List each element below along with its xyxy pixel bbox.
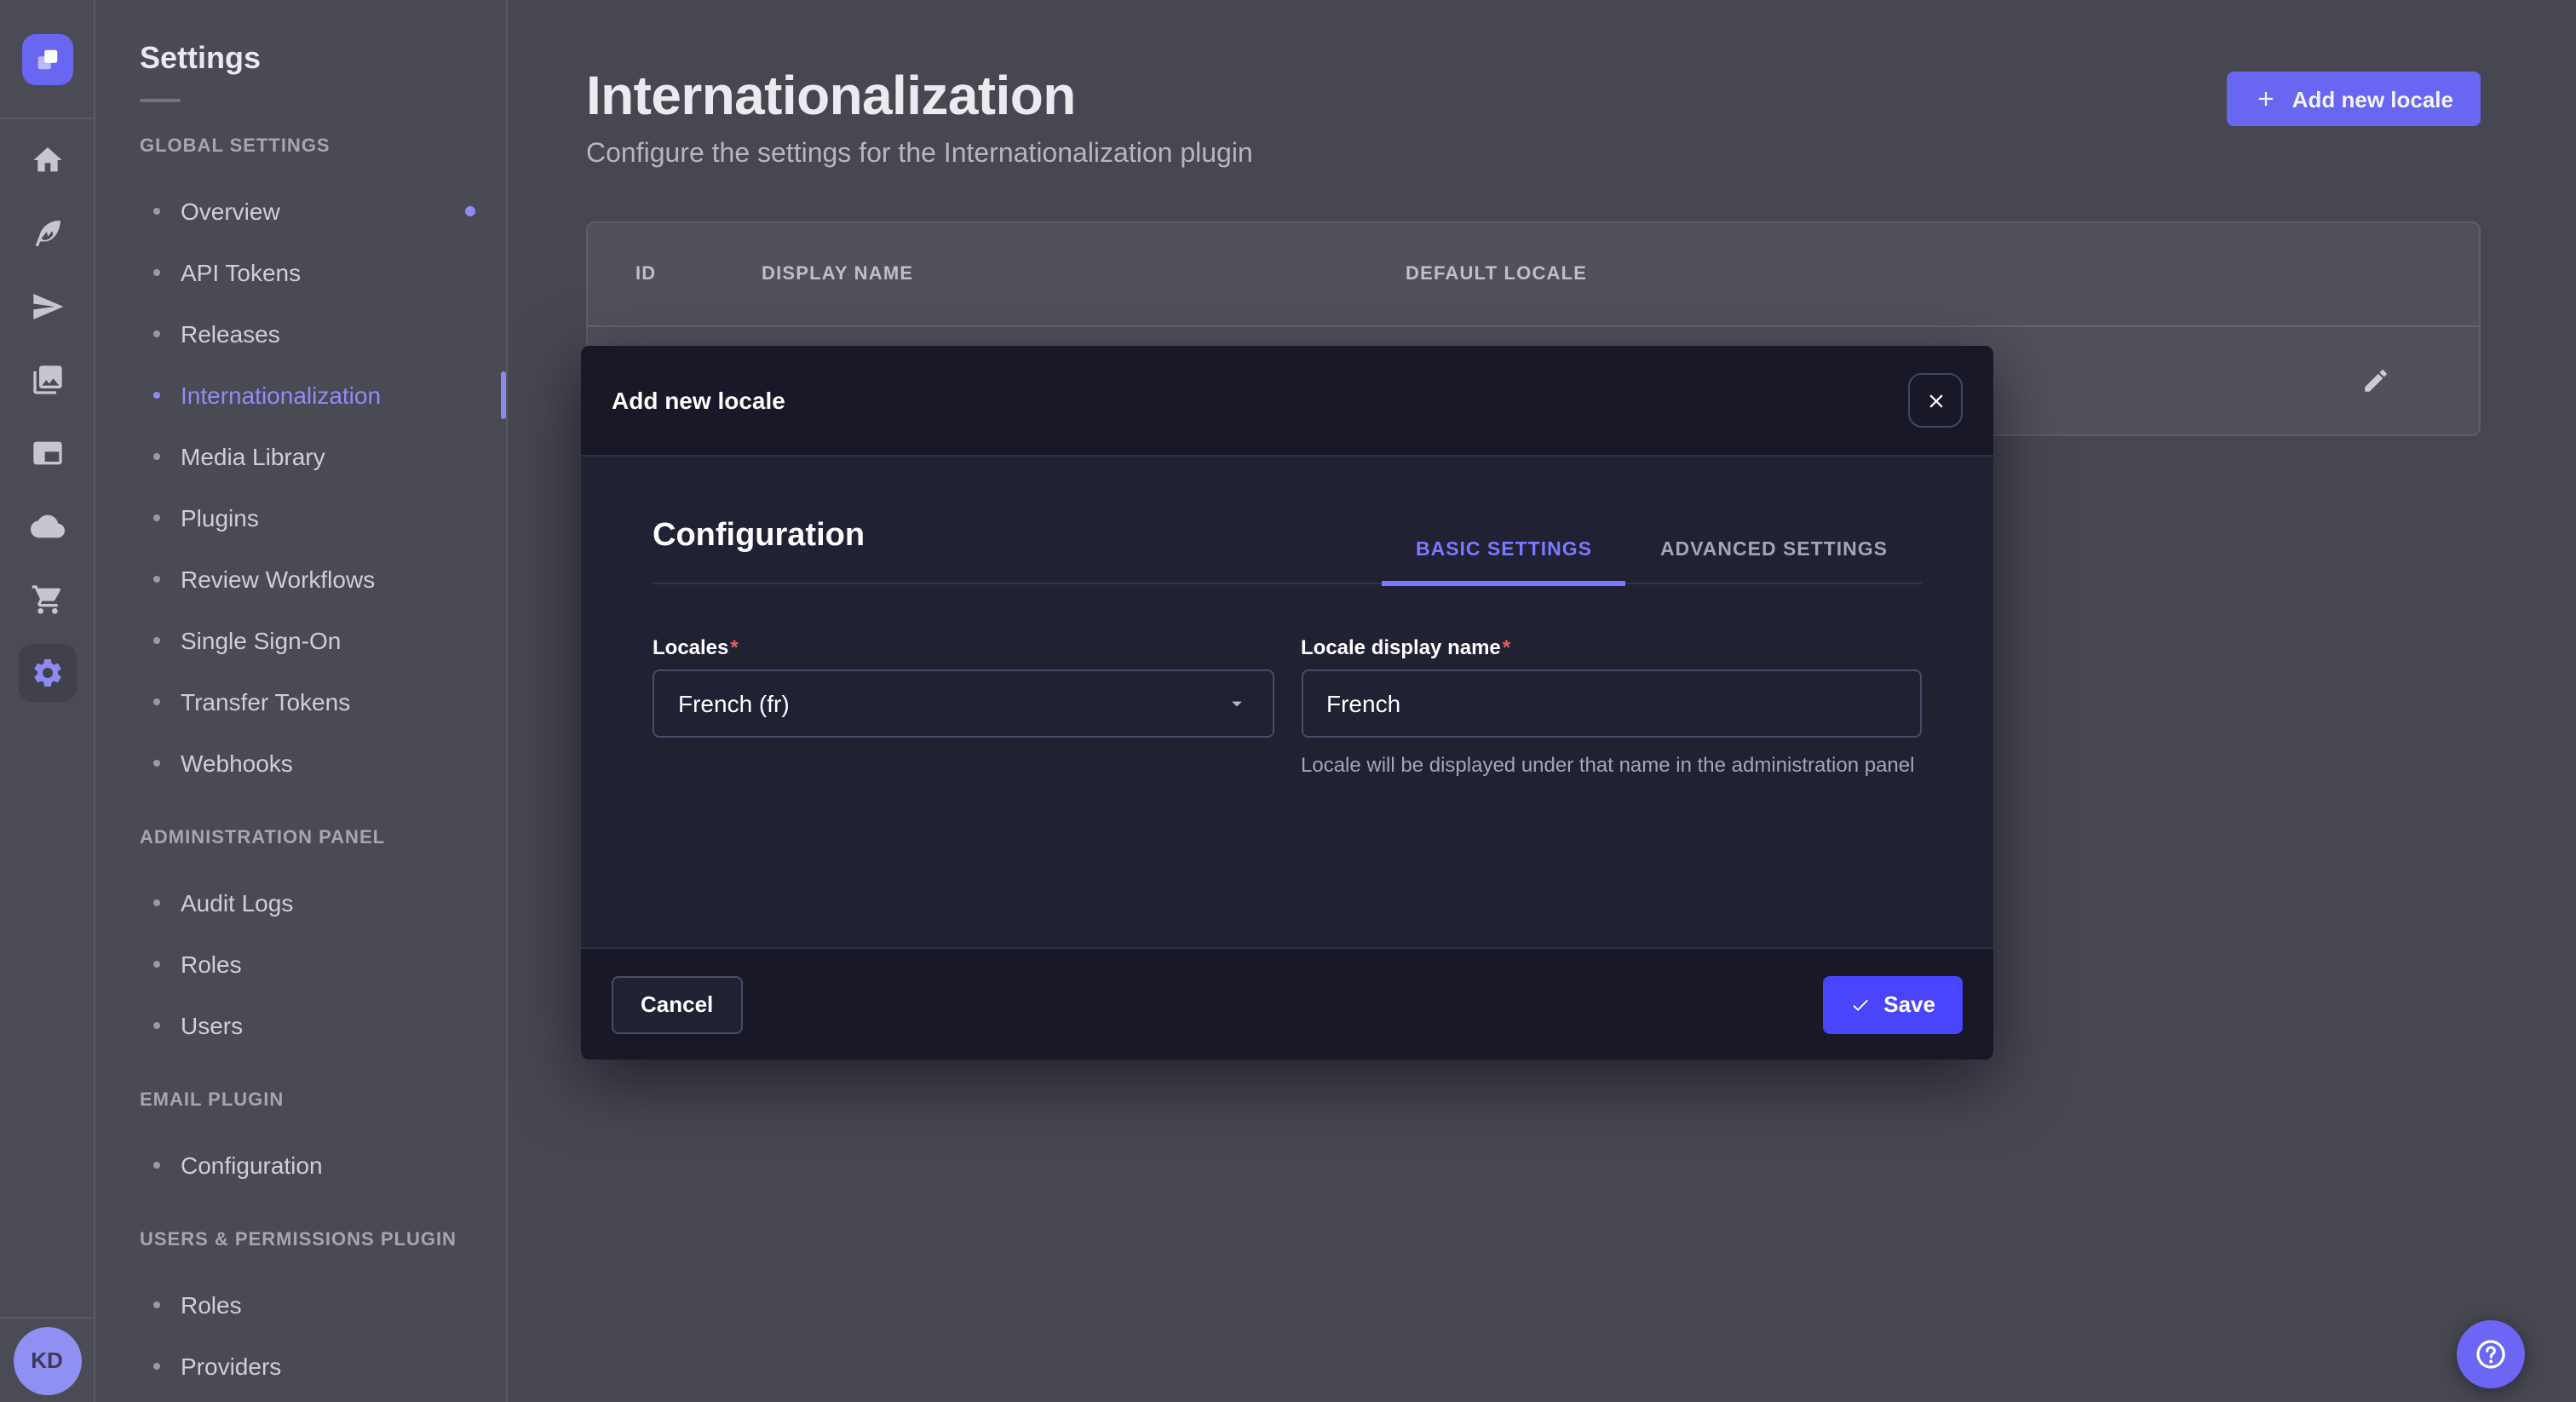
sidebar-item-transfer-tokens[interactable]: Transfer Tokens (95, 671, 506, 733)
tab-basic-settings[interactable]: BASIC SETTINGS (1382, 540, 1626, 586)
bullet-icon (153, 576, 160, 583)
display-name-label: Locale display name* (1301, 635, 1922, 659)
nav-section-label: GLOBAL SETTINGS (140, 136, 506, 164)
display-name-field: Locale display name* Locale will be disp… (1301, 635, 1922, 781)
modal-title: Add new locale (612, 387, 785, 414)
content-manager-icon[interactable] (30, 436, 64, 470)
bullet-icon (153, 330, 160, 337)
modal-footer: Cancel Save (581, 947, 1993, 1060)
settings-nav-title: Settings (140, 41, 506, 77)
column-id: ID (635, 264, 762, 284)
sidebar-item-users[interactable]: Users (95, 995, 506, 1056)
nav-section-label: EMAIL PLUGIN (140, 1090, 506, 1118)
bullet-icon (153, 698, 160, 705)
page-header: Internationalization Configure the setti… (508, 0, 2576, 170)
bullet-icon (153, 1301, 160, 1308)
save-button-label: Save (1883, 991, 1935, 1017)
home-icon[interactable] (30, 143, 64, 177)
avatar[interactable]: KD (13, 1326, 81, 1394)
locales-label: Locales* (653, 635, 1274, 659)
nav-section-label: ADMINISTRATION PANEL (140, 828, 506, 855)
bullet-icon (153, 1363, 160, 1370)
bullet-icon (153, 1022, 160, 1029)
close-icon[interactable] (1908, 373, 1963, 428)
app-window: KD Settings GLOBAL SETTINGS Overview API… (0, 0, 2576, 1402)
settings-tabs: BASIC SETTINGS ADVANCED SETTINGS (1382, 540, 1922, 583)
rail-footer: KD (0, 1317, 94, 1402)
sidebar-item-review-workflows[interactable]: Review Workflows (95, 549, 506, 610)
paper-plane-icon[interactable] (30, 290, 64, 324)
media-library-icon[interactable] (30, 363, 64, 397)
bullet-icon (153, 514, 160, 521)
sidebar-item-configuration[interactable]: Configuration (95, 1135, 506, 1196)
settings-gear-icon[interactable] (18, 644, 76, 702)
notification-dot-icon (465, 206, 475, 216)
nav-section-label: USERS & PERMISSIONS PLUGIN (140, 1230, 506, 1257)
tab-advanced-settings[interactable]: ADVANCED SETTINGS (1626, 540, 1922, 586)
sidebar-item-webhooks[interactable]: Webhooks (95, 733, 506, 794)
check-icon (1849, 994, 1870, 1014)
modal-header: Add new locale (581, 346, 1993, 457)
sidebar-item-audit-logs[interactable]: Audit Logs (95, 872, 506, 934)
active-indicator (501, 371, 506, 419)
page-subtitle: Configure the settings for the Internati… (586, 140, 2481, 170)
configuration-title: Configuration (653, 518, 865, 583)
strapi-logo-icon (32, 44, 62, 75)
add-new-locale-button[interactable]: Add new locale (2228, 72, 2481, 126)
sidebar-item-single-sign-on[interactable]: Single Sign-On (95, 610, 506, 671)
cancel-button[interactable]: Cancel (612, 975, 742, 1033)
configuration-header: Configuration BASIC SETTINGS ADVANCED SE… (653, 518, 1922, 584)
bullet-icon (153, 269, 160, 276)
edit-pencil-icon[interactable] (2349, 355, 2401, 406)
sidebar-item-releases[interactable]: Releases (95, 303, 506, 365)
column-default-locale: DEFAULT LOCALE (1406, 264, 2343, 284)
sidebar-item-media-library[interactable]: Media Library (95, 426, 506, 487)
required-asterisk: * (1503, 635, 1510, 659)
locales-select[interactable]: French (fr) (653, 669, 1274, 738)
sidebar-item-internationalization[interactable]: Internationalization (95, 365, 506, 426)
plus-icon (2255, 87, 2279, 111)
cloud-icon[interactable] (30, 509, 64, 543)
bullet-icon (153, 760, 160, 767)
sidebar-item-overview[interactable]: Overview (95, 181, 506, 242)
locales-select-value: French (fr) (678, 690, 790, 717)
sidebar-item-plugins[interactable]: Plugins (95, 487, 506, 549)
add-new-locale-button-label: Add new locale (2292, 86, 2453, 112)
bullet-icon (153, 392, 160, 399)
bullet-icon (153, 961, 160, 968)
settings-nav: Settings GLOBAL SETTINGS Overview API To… (95, 0, 508, 1402)
bullet-icon (153, 899, 160, 906)
display-name-hint: Locale will be displayed under that name… (1301, 751, 1922, 781)
sidebar-item-providers[interactable]: Providers (95, 1336, 506, 1397)
sidebar-item-roles[interactable]: Roles (95, 934, 506, 995)
form-fields: Locales* French (fr) Locale display name… (653, 635, 1922, 781)
bullet-icon (153, 1162, 160, 1169)
bullet-icon (153, 208, 160, 215)
sidebar-item-roles[interactable]: Roles (95, 1274, 506, 1336)
locales-field: Locales* French (fr) (653, 635, 1274, 781)
strapi-logo[interactable] (21, 34, 72, 85)
bullet-icon (153, 637, 160, 644)
rail-divider (0, 118, 94, 119)
modal-body: Configuration BASIC SETTINGS ADVANCED SE… (581, 457, 1993, 947)
page-title: Internationalization (586, 65, 2481, 128)
bullet-icon (153, 453, 160, 460)
feather-icon[interactable] (30, 216, 64, 250)
add-locale-modal: Add new locale Configuration BASIC SETTI… (581, 346, 1993, 1060)
app-rail: KD (0, 0, 95, 1402)
display-name-input[interactable] (1301, 669, 1922, 738)
save-button[interactable]: Save (1822, 975, 1963, 1033)
marketplace-cart-icon[interactable] (30, 583, 64, 617)
locales-table-header: ID DISPLAY NAME DEFAULT LOCALE (588, 223, 2479, 327)
settings-title-divider (140, 99, 181, 102)
required-asterisk: * (730, 635, 738, 659)
sidebar-item-api-tokens[interactable]: API Tokens (95, 242, 506, 303)
question-mark-icon (2472, 1336, 2510, 1373)
help-fab[interactable] (2457, 1320, 2525, 1388)
chevron-down-icon (1224, 692, 1248, 715)
column-display-name: DISPLAY NAME (762, 264, 1406, 284)
